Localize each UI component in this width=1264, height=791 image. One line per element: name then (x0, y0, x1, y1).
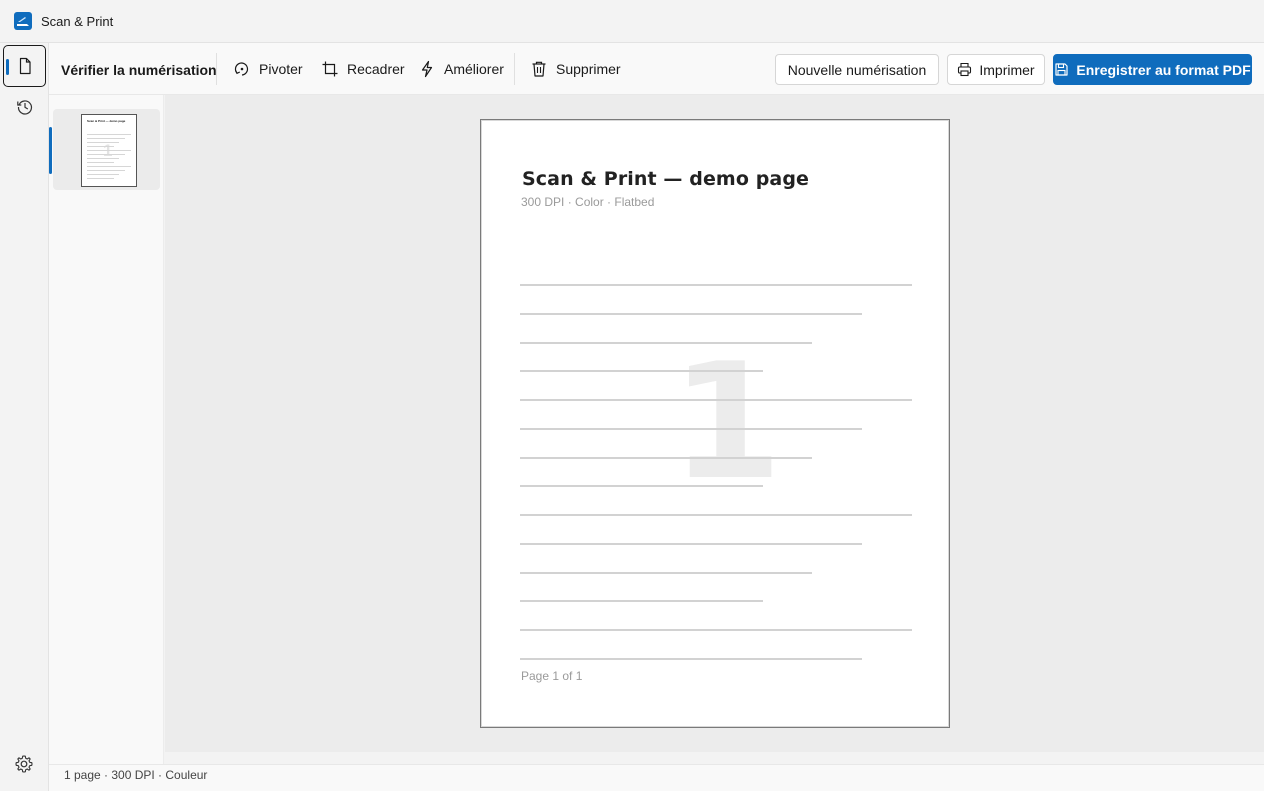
print-label: Imprimer (979, 61, 1035, 78)
text-line (520, 629, 912, 631)
text-line (520, 457, 812, 459)
settings-button[interactable] (14, 754, 34, 774)
thumbnail-text-line (87, 174, 119, 175)
text-line (520, 284, 912, 286)
toolbar: Vérifier la numérisation Pivoter Recadre… (49, 43, 1264, 95)
toolbar-divider (514, 53, 515, 85)
thumbnail-text-line (87, 158, 119, 159)
thumbnail-selection-indicator (49, 127, 52, 174)
rotate-icon (234, 62, 249, 76)
scanned-page-title: Scan & Print — demo page (522, 168, 810, 190)
thumbnail-text-line (87, 154, 125, 155)
rotate-label: Pivoter (259, 61, 303, 77)
print-button[interactable]: Imprimer (947, 54, 1045, 85)
thumbnail-page-1[interactable]: Scan & Print — demo page 1 (53, 109, 160, 190)
text-line (520, 428, 862, 430)
status-bar: 1 page · 300 DPI · Couleur (49, 764, 1264, 791)
rail-document-button[interactable] (3, 45, 46, 87)
text-line (520, 485, 763, 487)
thumbnail-text-line (87, 162, 114, 163)
thumbnail-text-line (87, 166, 131, 167)
page-watermark-number: 1 (671, 328, 783, 515)
toolbar-divider (216, 53, 217, 85)
rotate-button[interactable]: Pivoter (233, 57, 303, 81)
save-pdf-button[interactable]: Enregistrer au format PDF (1053, 54, 1252, 85)
enhance-button[interactable]: Améliorer (418, 57, 504, 81)
thumbnail-preview: Scan & Print — demo page 1 (81, 114, 137, 187)
new-scan-label: Nouvelle numérisation (787, 61, 927, 78)
lightning-icon (421, 60, 433, 78)
page-title: Vérifier la numérisation (61, 62, 217, 78)
navigation-rail (0, 43, 49, 791)
text-line (520, 399, 912, 401)
thumbnail-text-line (87, 178, 114, 179)
new-scan-button[interactable]: Nouvelle numérisation (775, 54, 939, 85)
scanned-page: 1 Scan & Print — demo page 300 DPI · Col… (480, 119, 950, 728)
text-line (520, 313, 862, 315)
history-icon (16, 100, 32, 115)
thumbnail-text-line (87, 146, 114, 147)
printer-icon (958, 62, 972, 77)
title-bar: Scan & Print (0, 0, 1264, 43)
delete-button[interactable]: Supprimer (530, 57, 621, 81)
text-line (520, 370, 763, 372)
trash-icon (532, 61, 546, 77)
rail-history-button[interactable] (3, 86, 46, 128)
thumbnail-text-line (87, 150, 131, 151)
scanned-page-footer: Page 1 of 1 (521, 669, 583, 683)
text-line (520, 342, 812, 344)
save-icon (1055, 63, 1068, 76)
thumbnail-pane: Scan & Print — demo page 1 (49, 95, 164, 764)
thumbnail-text-line (87, 170, 125, 171)
text-line (520, 543, 862, 545)
document-icon (19, 57, 31, 75)
thumbnail-text-line (87, 134, 131, 135)
crop-button[interactable]: Recadrer (321, 57, 405, 81)
crop-icon (322, 61, 338, 77)
crop-label: Recadrer (347, 61, 405, 77)
thumbnail-text-line (87, 138, 125, 139)
active-indicator (6, 59, 9, 75)
delete-label: Supprimer (556, 61, 621, 77)
text-line (520, 572, 812, 574)
text-line (520, 514, 912, 516)
text-line (520, 658, 862, 660)
scanner-icon (14, 12, 32, 30)
text-line (520, 600, 763, 602)
save-pdf-label: Enregistrer au format PDF (1076, 61, 1251, 78)
app-title: Scan & Print (41, 14, 114, 29)
scanned-page-subtitle: 300 DPI · Color · Flatbed (521, 195, 655, 209)
thumbnail-text-line (87, 142, 119, 143)
status-text: 1 page · 300 DPI · Couleur (64, 768, 208, 782)
gear-icon (15, 755, 33, 773)
enhance-label: Améliorer (444, 61, 504, 77)
preview-canvas: 1 Scan & Print — demo page 300 DPI · Col… (165, 95, 1264, 752)
thumbnail-page-title: Scan & Print — demo page (87, 119, 126, 123)
